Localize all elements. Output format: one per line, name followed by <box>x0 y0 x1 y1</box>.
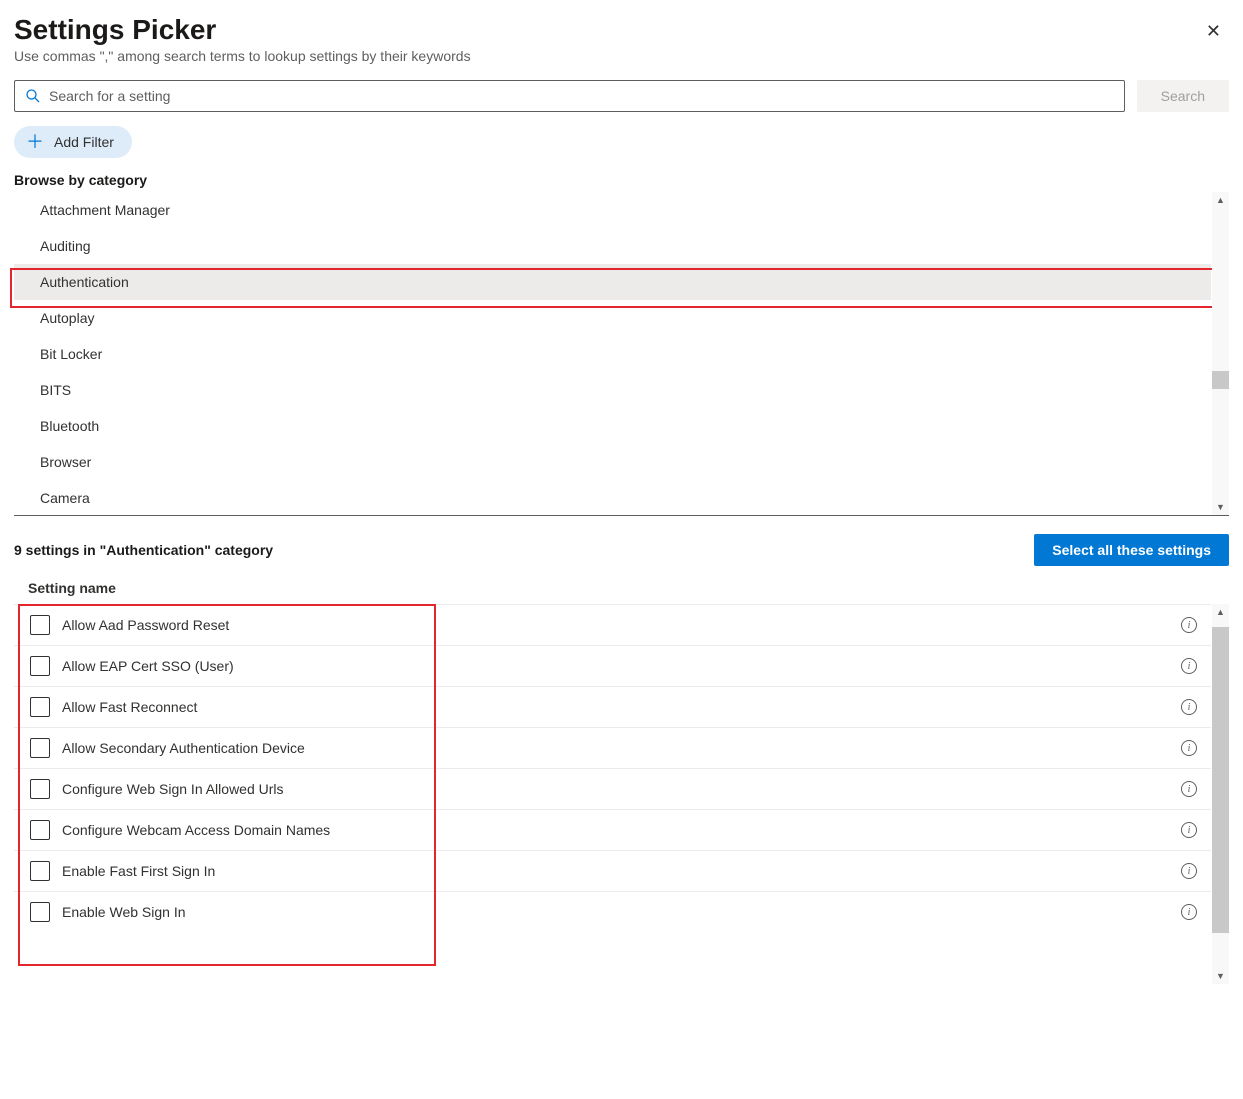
setting-name: Allow Fast Reconnect <box>62 699 1169 715</box>
info-icon[interactable]: i <box>1181 822 1197 838</box>
category-scrollbar[interactable]: ▲ ▼ <box>1212 192 1229 515</box>
info-icon[interactable]: i <box>1181 781 1197 797</box>
search-box[interactable] <box>14 80 1125 112</box>
scroll-down-icon[interactable]: ▼ <box>1212 499 1229 515</box>
setting-checkbox[interactable] <box>30 656 50 676</box>
scroll-up-icon[interactable]: ▲ <box>1212 192 1229 208</box>
settings-scrollbar[interactable]: ▲ ▼ <box>1212 604 1229 984</box>
dialog-title: Settings Picker <box>14 14 471 46</box>
setting-row: Allow Secondary Authentication Device i <box>14 727 1211 768</box>
setting-row: Configure Webcam Access Domain Names i <box>14 809 1211 850</box>
search-icon <box>25 88 41 104</box>
setting-row: Allow Fast Reconnect i <box>14 686 1211 727</box>
category-item[interactable]: Bit Locker <box>14 336 1211 372</box>
browse-heading: Browse by category <box>14 172 1229 188</box>
category-item[interactable]: Authentication <box>14 264 1211 300</box>
search-input[interactable] <box>41 88 1114 104</box>
setting-checkbox[interactable] <box>30 861 50 881</box>
info-icon[interactable]: i <box>1181 863 1197 879</box>
scroll-up-icon[interactable]: ▲ <box>1212 604 1229 620</box>
category-item[interactable]: Camera <box>14 480 1211 515</box>
setting-checkbox[interactable] <box>30 738 50 758</box>
setting-row: Enable Web Sign In i <box>14 891 1211 932</box>
category-item[interactable]: Bluetooth <box>14 408 1211 444</box>
info-icon[interactable]: i <box>1181 740 1197 756</box>
setting-row: Allow EAP Cert SSO (User) i <box>14 645 1211 686</box>
scroll-down-icon[interactable]: ▼ <box>1212 968 1229 984</box>
setting-name: Configure Webcam Access Domain Names <box>62 822 1169 838</box>
scroll-thumb[interactable] <box>1212 627 1229 933</box>
setting-checkbox[interactable] <box>30 615 50 635</box>
setting-checkbox[interactable] <box>30 820 50 840</box>
category-list: Attachment ManagerAuditingAuthentication… <box>14 192 1229 515</box>
setting-checkbox[interactable] <box>30 697 50 717</box>
results-count: 9 settings in "Authentication" category <box>14 542 273 558</box>
category-item[interactable]: BITS <box>14 372 1211 408</box>
scroll-thumb[interactable] <box>1212 371 1229 389</box>
setting-checkbox[interactable] <box>30 779 50 799</box>
setting-row: Allow Aad Password Reset i <box>14 604 1211 645</box>
setting-name: Configure Web Sign In Allowed Urls <box>62 781 1169 797</box>
setting-name: Enable Fast First Sign In <box>62 863 1169 879</box>
setting-checkbox[interactable] <box>30 902 50 922</box>
category-item[interactable]: Auditing <box>14 228 1211 264</box>
category-item[interactable]: Attachment Manager <box>14 192 1211 228</box>
setting-name: Allow Aad Password Reset <box>62 617 1169 633</box>
setting-name: Allow Secondary Authentication Device <box>62 740 1169 756</box>
setting-name: Allow EAP Cert SSO (User) <box>62 658 1169 674</box>
close-icon[interactable]: ✕ <box>1198 18 1229 44</box>
info-icon[interactable]: i <box>1181 658 1197 674</box>
info-icon[interactable]: i <box>1181 904 1197 920</box>
plus-icon: ＋ <box>26 133 44 151</box>
setting-row: Configure Web Sign In Allowed Urls i <box>14 768 1211 809</box>
category-item[interactable]: Browser <box>14 444 1211 480</box>
select-all-button[interactable]: Select all these settings <box>1034 534 1229 566</box>
column-header-setting-name: Setting name <box>14 580 1229 604</box>
search-button[interactable]: Search <box>1137 80 1229 112</box>
setting-row: Enable Fast First Sign In i <box>14 850 1211 891</box>
add-filter-button[interactable]: ＋ Add Filter <box>14 126 132 158</box>
category-item[interactable]: Autoplay <box>14 300 1211 336</box>
info-icon[interactable]: i <box>1181 699 1197 715</box>
info-icon[interactable]: i <box>1181 617 1197 633</box>
settings-list: Allow Aad Password ResetiAllow EAP Cert … <box>14 604 1229 984</box>
add-filter-label: Add Filter <box>54 134 114 150</box>
setting-name: Enable Web Sign In <box>62 904 1169 920</box>
dialog-subtitle: Use commas "," among search terms to loo… <box>14 48 471 64</box>
